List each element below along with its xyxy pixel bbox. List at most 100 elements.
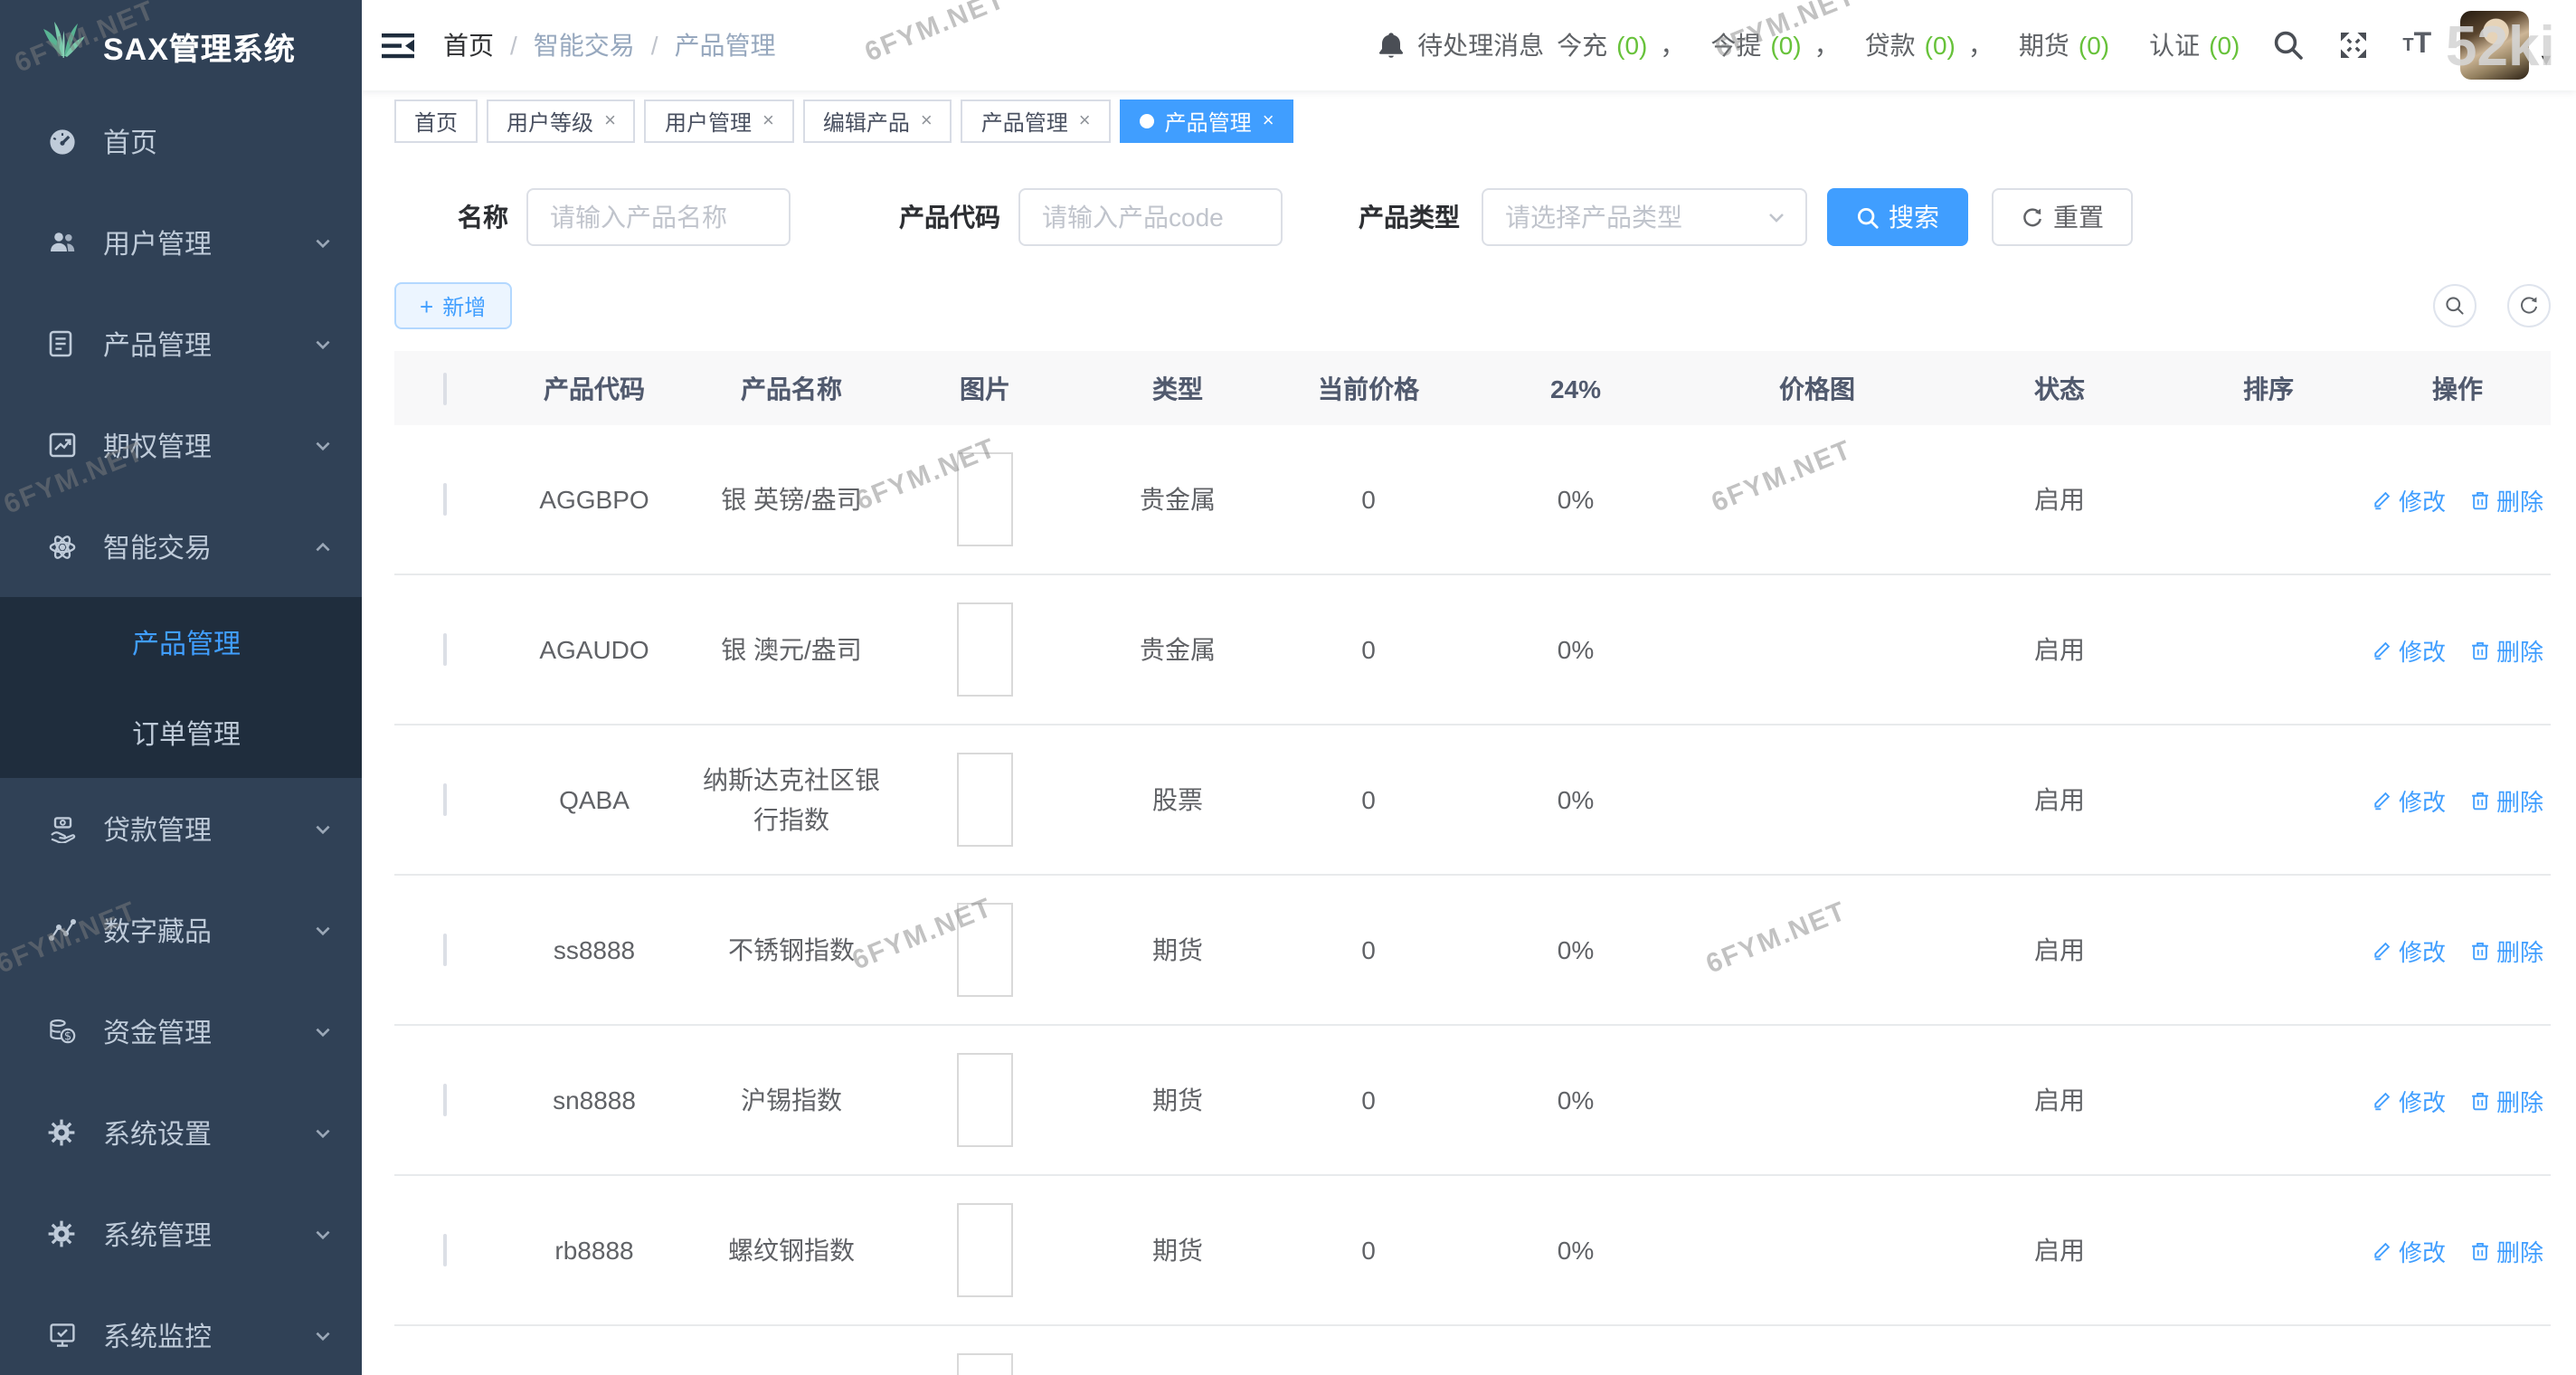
cell-pct: 0% <box>1463 725 1688 875</box>
edit-link[interactable]: 修改 <box>2372 1233 2446 1267</box>
edit-link[interactable]: 修改 <box>2372 782 2446 817</box>
add-button[interactable]: + 新增 <box>394 282 511 329</box>
row-checkbox[interactable] <box>442 783 446 816</box>
sidebar-item-digital-collectibles[interactable]: 数字藏品 <box>0 879 362 981</box>
refresh-icon <box>2021 205 2044 229</box>
product-image[interactable] <box>957 452 1013 546</box>
sidebar-collapse-icon[interactable] <box>380 30 416 61</box>
pending-messages: 待处理消息 今充 (0) ， 今提 (0) ， 贷款 (0) ， 期货 (0) … <box>1376 27 2240 63</box>
cell-image <box>888 574 1082 725</box>
tab-user-level[interactable]: 用户等级 × <box>487 100 636 143</box>
delete-link[interactable]: 删除 <box>2469 1083 2543 1117</box>
product-image[interactable] <box>957 753 1013 847</box>
loan-hand-icon <box>47 814 80 843</box>
sidebar-item-label: 首页 <box>103 122 333 160</box>
code-input[interactable] <box>1018 188 1283 246</box>
sidebar-item-funds[interactable]: $ 资金管理 <box>0 981 362 1082</box>
type-select[interactable]: 请选择产品类型 <box>1482 188 1807 246</box>
tab-close-icon[interactable]: × <box>1263 110 1274 132</box>
tab-close-icon[interactable]: × <box>762 110 774 132</box>
table-refresh-button[interactable] <box>2507 284 2551 327</box>
sidebar-item-label: 产品管理 <box>103 325 313 363</box>
delete-link[interactable]: 删除 <box>2469 1233 2543 1267</box>
font-size-icon[interactable]: TT <box>2402 29 2431 62</box>
cell-name: 螺纹钢指数 <box>695 1175 888 1325</box>
product-image[interactable] <box>957 602 1013 697</box>
edit-link[interactable]: 修改 <box>2372 632 2446 667</box>
sidebar-item-loans[interactable]: 贷款管理 <box>0 778 362 879</box>
app-logo[interactable]: SAX管理系统 <box>0 0 362 90</box>
notice-count: (0) <box>1925 31 1956 60</box>
tab-close-icon[interactable]: × <box>1079 110 1091 132</box>
dashboard-icon <box>47 127 80 156</box>
type-filter-label: 产品类型 <box>1359 199 1460 235</box>
avatar[interactable] <box>2460 11 2529 80</box>
search-button[interactable]: 搜索 <box>1827 188 1968 246</box>
row-checkbox[interactable] <box>442 1234 446 1266</box>
row-checkbox[interactable] <box>442 633 446 666</box>
delete-link[interactable]: 删除 <box>2469 482 2543 517</box>
sidebar-item-system-settings[interactable]: 系统设置 <box>0 1082 362 1183</box>
delete-link[interactable]: 删除 <box>2469 632 2543 667</box>
tab-home[interactable]: 首页 <box>394 100 478 143</box>
main-area: 首页 / 智能交易 / 产品管理 待处理消息 今充 (0) ， 今提 (0) <box>362 0 2576 1375</box>
sidebar-item-options[interactable]: 期权管理 <box>0 394 362 496</box>
table-row: AGAUDO 银 澳元/盎司 贵金属 0 0% 启用 修改 <box>394 574 2551 725</box>
product-image[interactable] <box>957 1053 1013 1147</box>
product-image[interactable] <box>957 903 1013 997</box>
tab-product-mgmt[interactable]: 产品管理 × <box>961 100 1111 143</box>
row-checkbox[interactable] <box>442 934 446 966</box>
row-checkbox[interactable] <box>442 1084 446 1116</box>
tab-edit-product[interactable]: 编辑产品 × <box>803 100 952 143</box>
tab-close-icon[interactable]: × <box>921 110 933 132</box>
tab-label: 用户等级 <box>507 106 593 137</box>
cell-sort <box>2173 725 2364 875</box>
tab-user-mgmt[interactable]: 用户管理 × <box>645 100 794 143</box>
cell-code: QABA <box>494 725 695 875</box>
smart-trade-submenu: 产品管理 订单管理 <box>0 597 362 778</box>
tab-product-mgmt-active[interactable]: 产品管理 × <box>1120 100 1294 143</box>
delete-link[interactable]: 删除 <box>2469 782 2543 817</box>
sidebar-item-system-monitor[interactable]: 系统监控 <box>0 1285 362 1375</box>
chevron-up-icon <box>313 536 333 556</box>
sidebar-item-home[interactable]: 首页 <box>0 90 362 192</box>
sidebar-subitem-product-mgmt[interactable]: 产品管理 <box>0 597 362 688</box>
notice-count: (0) <box>1770 31 1801 60</box>
delete-link[interactable]: 删除 <box>2469 933 2543 967</box>
edit-link[interactable]: 修改 <box>2372 1083 2446 1117</box>
header-search-icon[interactable] <box>2272 29 2305 62</box>
select-all-checkbox[interactable] <box>442 372 446 404</box>
cell-price-chart <box>1688 1175 1946 1325</box>
bell-icon[interactable] <box>1376 30 1405 61</box>
sidebar-item-products[interactable]: 产品管理 <box>0 293 362 394</box>
select-all-header <box>394 351 494 425</box>
cell-actions: 修改 删除 <box>2364 1175 2551 1325</box>
edit-link[interactable]: 修改 <box>2372 933 2446 967</box>
sidebar-subitem-order-mgmt[interactable]: 订单管理 <box>0 688 362 778</box>
table-search-toggle-button[interactable] <box>2433 284 2477 327</box>
cell-sort <box>2173 574 2364 725</box>
avatar-dropdown-caret-icon[interactable]: ▼ <box>2538 51 2554 69</box>
cell-price-chart <box>1688 1325 1946 1375</box>
table-toolbar: + 新增 <box>394 282 2551 329</box>
sidebar-item-smart-trade[interactable]: 智能交易 <box>0 496 362 597</box>
cell-price-chart <box>1688 574 1946 725</box>
name-input[interactable] <box>526 188 791 246</box>
cell-sort <box>2173 1025 2364 1175</box>
row-checkbox[interactable] <box>442 483 446 516</box>
tab-close-icon[interactable]: × <box>604 110 616 132</box>
chevron-down-icon <box>313 1021 333 1041</box>
edit-link[interactable]: 修改 <box>2372 482 2446 517</box>
col-sort: 排序 <box>2173 351 2364 425</box>
reset-button[interactable]: 重置 <box>1992 188 2133 246</box>
cell-type: 期货 <box>1082 875 1274 1025</box>
product-image[interactable] <box>957 1353 1013 1375</box>
breadcrumb-item[interactable]: 智能交易 <box>534 27 635 63</box>
sidebar-item-users[interactable]: 用户管理 <box>0 192 362 293</box>
cell-code: ss8888 <box>494 875 695 1025</box>
monitor-icon <box>47 1321 80 1350</box>
sidebar-item-system-mgmt[interactable]: 系统管理 <box>0 1183 362 1285</box>
product-image[interactable] <box>957 1203 1013 1297</box>
breadcrumb-home[interactable]: 首页 <box>443 27 494 63</box>
fullscreen-icon[interactable] <box>2337 29 2370 62</box>
